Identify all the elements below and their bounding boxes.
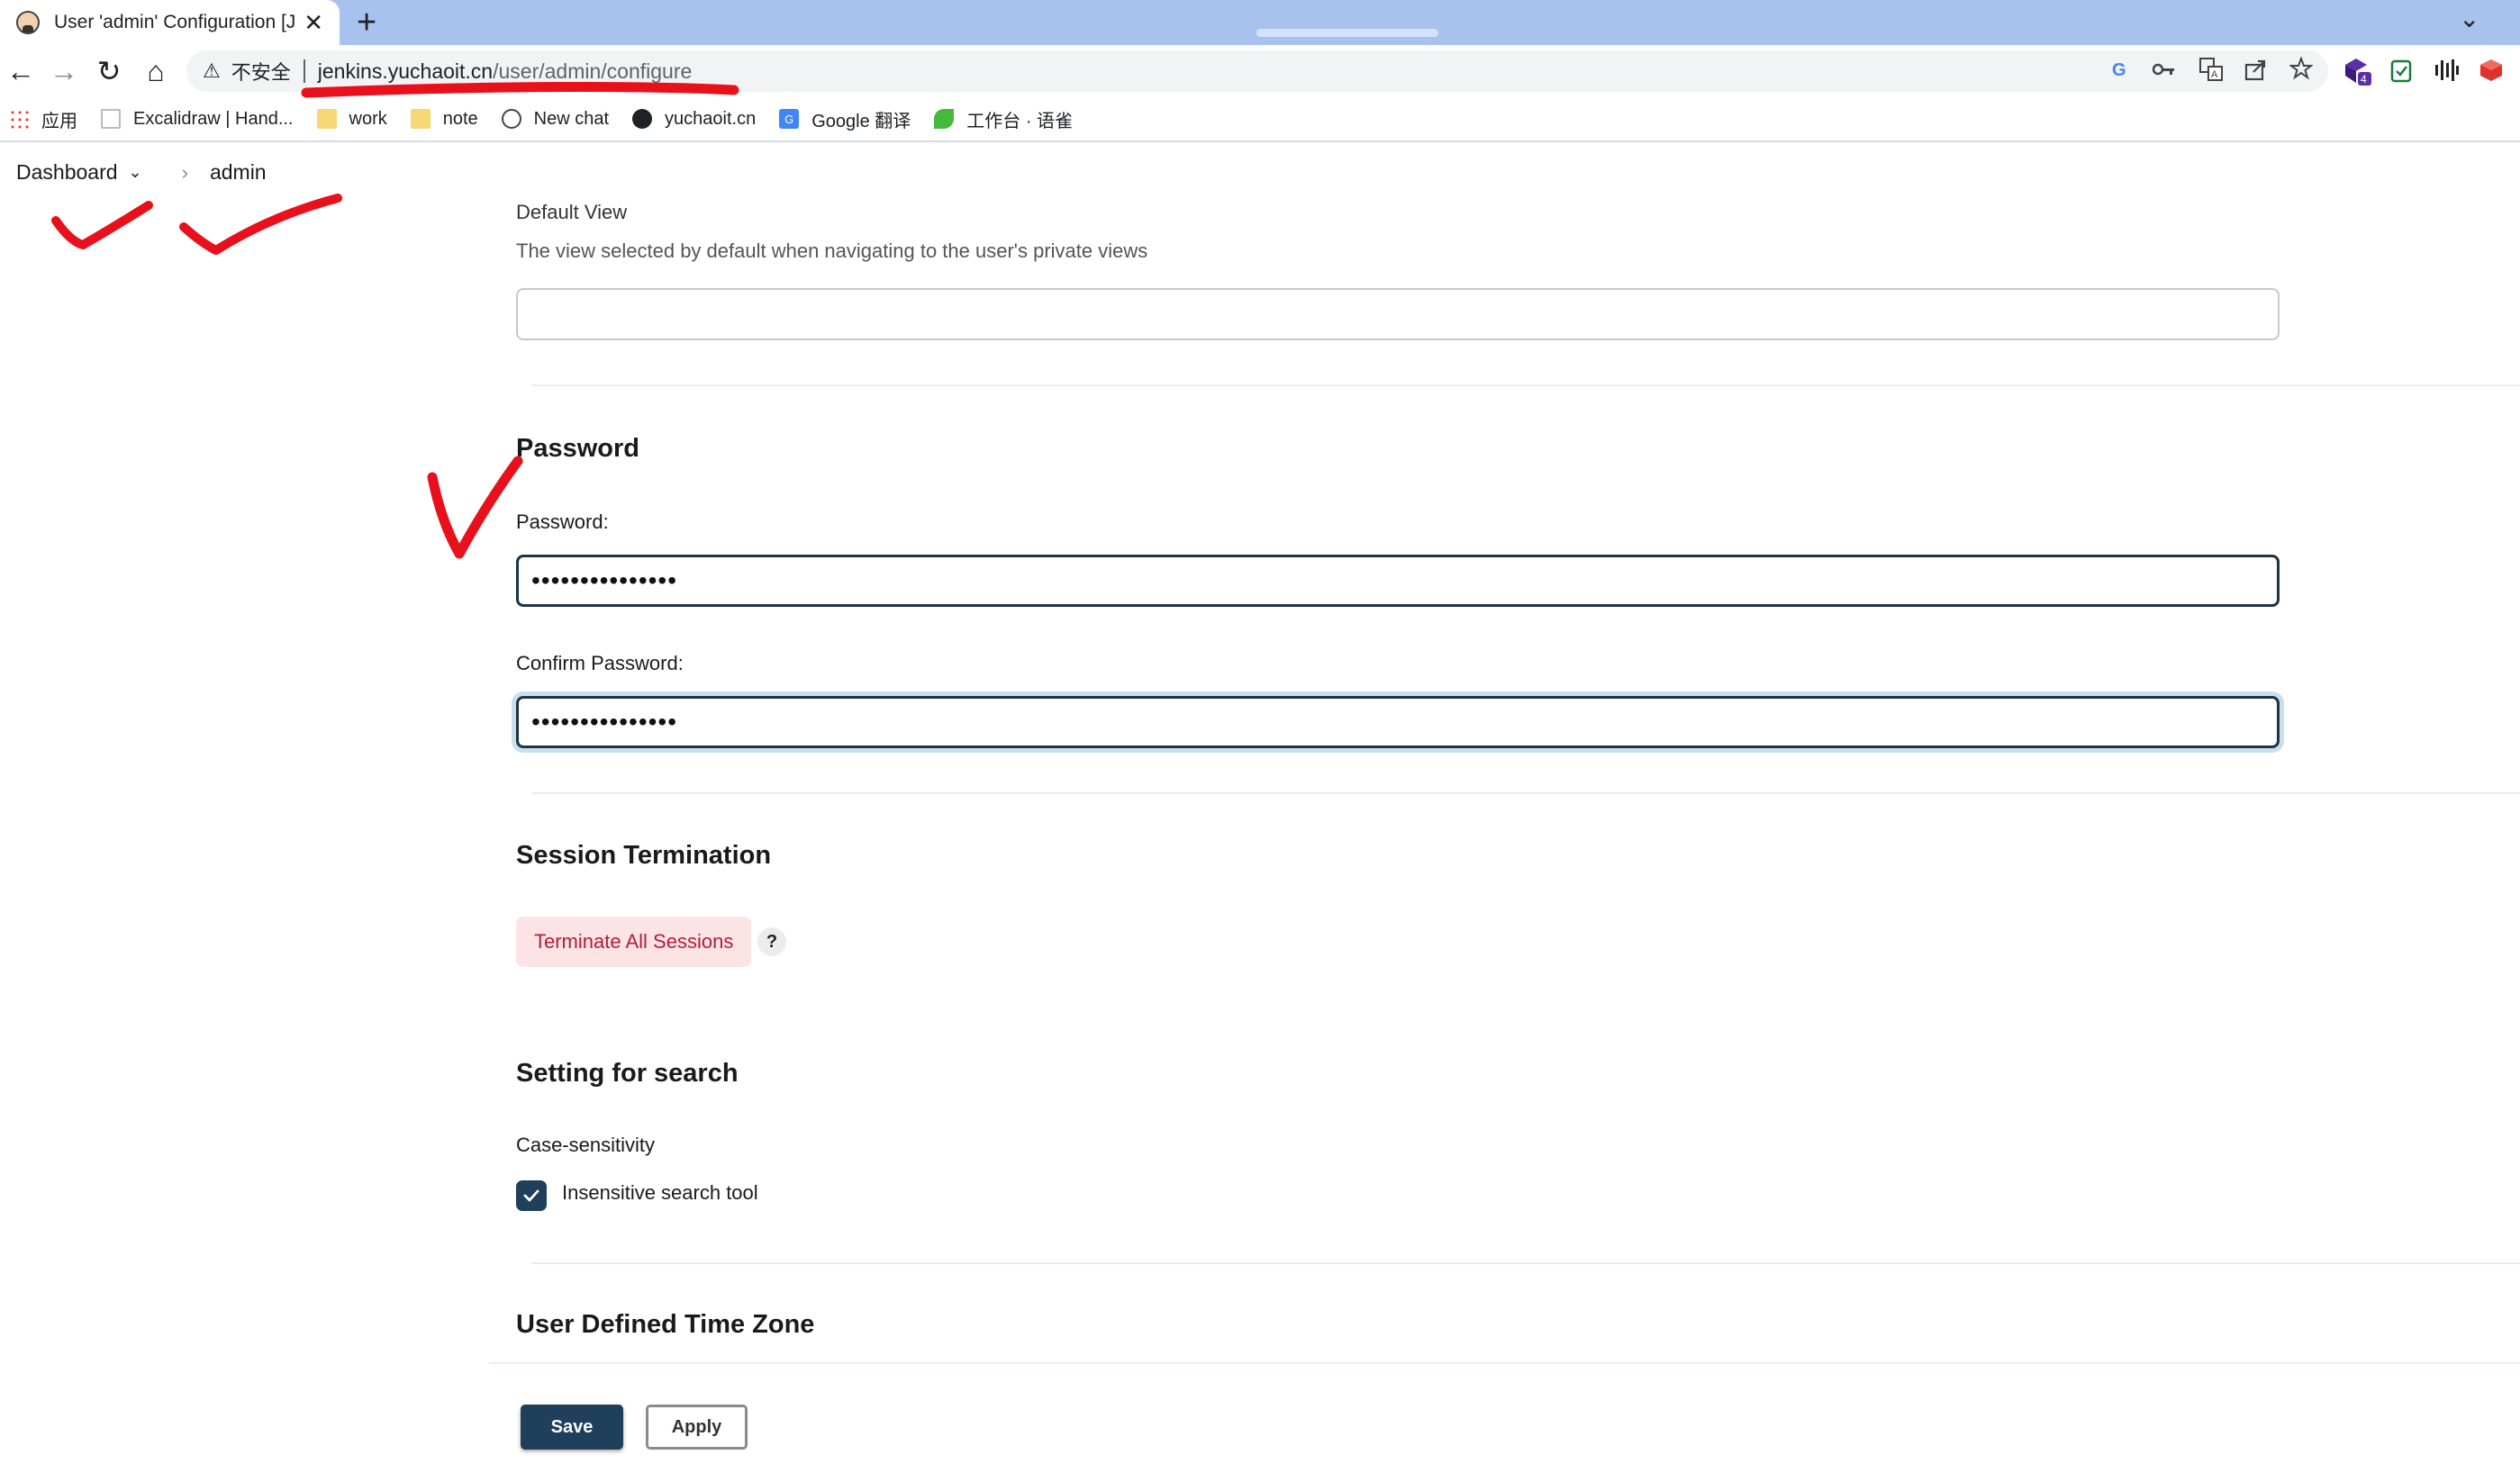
bookmark-star-icon[interactable]: [2289, 57, 2313, 80]
breadcrumb: Dashboard ⌄ › admin: [16, 160, 267, 185]
leaf-icon: [934, 109, 955, 129]
key-icon[interactable]: [2153, 61, 2176, 77]
bookmark-excalidraw[interactable]: Excalidraw | Hand...: [101, 109, 294, 130]
help-icon[interactable]: ?: [757, 927, 786, 956]
svg-text:4: 4: [2361, 73, 2367, 86]
bookmark-new-chat[interactable]: New chat: [501, 108, 610, 130]
case-sensitivity-label: Case-sensitivity: [516, 1134, 656, 1156]
tab-close-icon[interactable]: ✕: [304, 11, 323, 34]
folder-icon: [316, 109, 337, 129]
chevron-down-icon[interactable]: ⌄: [129, 163, 142, 182]
globe-icon: [632, 109, 653, 129]
bookmark-label: 应用: [41, 111, 77, 131]
default-view-help: The view selected by default when naviga…: [516, 239, 1148, 262]
back-icon[interactable]: ←: [2, 52, 40, 90]
share-icon[interactable]: [2244, 58, 2268, 81]
section-divider: [531, 1262, 2520, 1264]
bookmark-google-translate[interactable]: G Google 翻译: [779, 106, 911, 132]
google-lens-icon[interactable]: G: [2110, 59, 2130, 79]
terminate-all-sessions-button[interactable]: Terminate All Sessions: [516, 917, 752, 967]
insensitive-search-label[interactable]: Insensitive search tool: [562, 1181, 758, 1205]
bookmarks-bar: 应用 Excalidraw | Hand... work note New ch…: [0, 97, 2520, 142]
omnibox-separator: [303, 59, 305, 83]
bookmark-label: Google 翻译: [811, 111, 911, 131]
bookmark-label: 工作台 · 语雀: [966, 111, 1074, 131]
confirm-password-input[interactable]: •••••••••••••••: [516, 696, 2280, 748]
apps-grid-icon: [9, 109, 29, 129]
warning-icon[interactable]: ⚠: [203, 59, 221, 83]
insecure-label[interactable]: 不安全: [231, 57, 291, 86]
session-termination-title: Session Termination: [516, 841, 772, 870]
bookmark-yuque[interactable]: 工作台 · 语雀: [934, 106, 1073, 132]
bookmark-label: yuchaoit.cn: [665, 108, 757, 129]
bookmark-label: Excalidraw | Hand...: [133, 108, 294, 129]
insensitive-search-checkbox[interactable]: [516, 1180, 547, 1211]
password-section-title: Password: [516, 434, 639, 463]
tab-title: User 'admin' Configuration [Je: [54, 12, 297, 32]
browser-tab-active[interactable]: User 'admin' Configuration [Je ✕: [0, 0, 340, 45]
breadcrumb-user[interactable]: admin: [210, 160, 267, 185]
new-tab-icon[interactable]: +: [357, 5, 376, 40]
jenkins-butler-icon: [16, 11, 40, 34]
apply-button[interactable]: Apply: [646, 1405, 748, 1450]
annotation-check-password: [427, 456, 523, 559]
annotation-check-dashboard: [51, 201, 153, 249]
bookmark-apps[interactable]: 应用: [9, 106, 77, 132]
chat-icon: [501, 109, 521, 129]
bookmark-label: New chat: [533, 108, 610, 129]
default-view-input[interactable]: [516, 288, 2280, 340]
translate-icon[interactable]: A: [2199, 58, 2223, 81]
bookmark-label: work: [349, 108, 387, 129]
svg-text:G: G: [2112, 60, 2126, 79]
annotation-check-admin: [179, 194, 342, 255]
page-icon: [101, 109, 121, 129]
breadcrumb-dashboard[interactable]: Dashboard: [16, 160, 118, 185]
search-setting-title: Setting for search: [516, 1059, 739, 1088]
url-host: jenkins.yuchaoit.cn: [317, 59, 494, 83]
browser-toolbar: ← → ↻ ⌂ ⚠ 不安全 jenkins.yuchaoit.cn /user/…: [0, 45, 2520, 97]
default-view-label: Default View: [516, 201, 628, 220]
password-label: Password:: [516, 511, 609, 533]
address-bar[interactable]: ⚠ 不安全 jenkins.yuchaoit.cn /user/admin/co…: [186, 50, 2328, 92]
section-divider: [531, 384, 2520, 386]
breadcrumb-separator-icon: ›: [181, 160, 188, 184]
url-path: /user/admin/configure: [493, 59, 693, 83]
svg-text:A: A: [2211, 69, 2218, 80]
window-drag-handle[interactable]: [1256, 29, 1438, 37]
bookmark-yuchaoit[interactable]: yuchaoit.cn: [632, 109, 756, 130]
save-button[interactable]: Save: [521, 1405, 623, 1450]
section-divider: [531, 792, 2520, 794]
bookmark-work[interactable]: work: [316, 108, 387, 130]
reload-icon[interactable]: ↻: [90, 52, 128, 90]
google-translate-icon: G: [779, 109, 800, 129]
extension-cube-icon[interactable]: [2479, 58, 2504, 83]
forward-icon[interactable]: →: [45, 52, 83, 90]
extension-audio-icon[interactable]: [2434, 58, 2459, 83]
time-zone-title: User Defined Time Zone: [516, 1310, 815, 1339]
password-input[interactable]: •••••••••••••••: [516, 555, 2280, 607]
tab-strip: User 'admin' Configuration [Je ✕ + ⌄: [0, 0, 2520, 45]
confirm-password-label: Confirm Password:: [516, 652, 684, 674]
tab-search-icon[interactable]: ⌄: [2459, 4, 2479, 33]
home-icon[interactable]: ⌂: [137, 52, 175, 90]
extension-shield-icon[interactable]: 4: [2342, 56, 2372, 86]
bookmark-label: note: [442, 108, 478, 129]
bookmark-note[interactable]: note: [410, 108, 478, 130]
folder-icon: [410, 109, 431, 129]
checkmark-icon: [523, 1189, 539, 1202]
extension-clipboard-icon[interactable]: [2389, 58, 2414, 83]
action-bar: [489, 1362, 2520, 1464]
